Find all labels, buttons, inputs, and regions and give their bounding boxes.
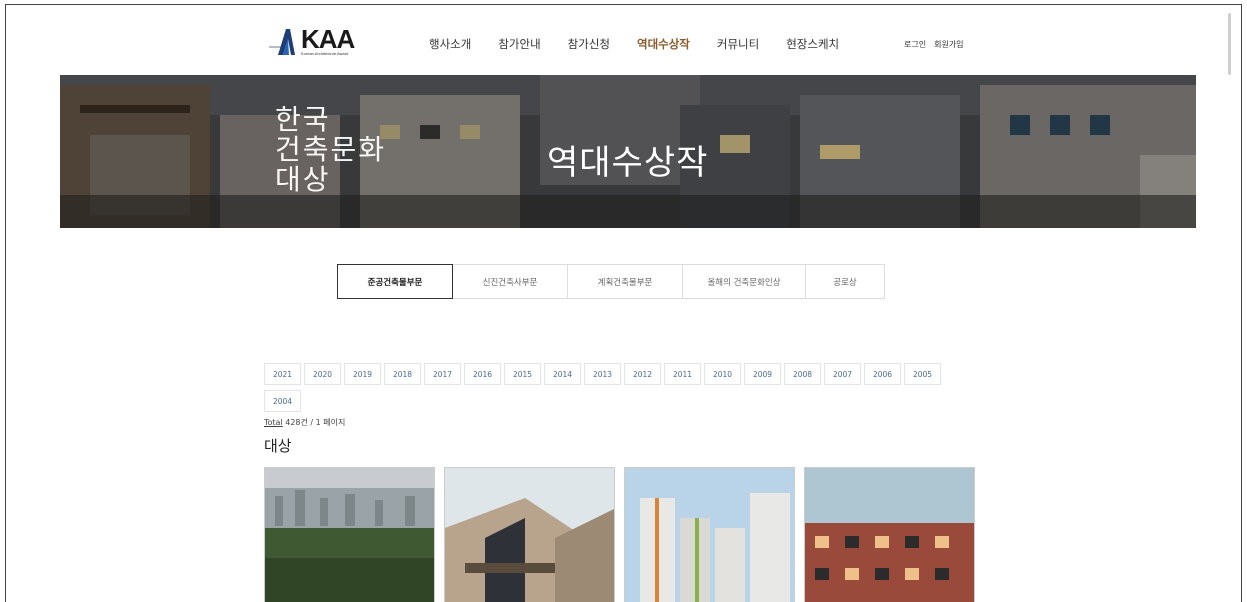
year-button[interactable]: 2021	[264, 363, 301, 385]
login-link[interactable]: 로그인	[904, 39, 926, 50]
year-button[interactable]: 2015	[504, 363, 541, 385]
nav-item-about[interactable]: 행사소개	[429, 36, 471, 52]
result-count: Total 428건 / 1 페이지	[264, 417, 345, 428]
year-button[interactable]: 2016	[464, 363, 501, 385]
nav-item-community[interactable]: 커뮤니티	[717, 36, 759, 52]
award-card-2[interactable]	[444, 467, 615, 602]
logo-text: KAA	[301, 24, 355, 54]
logo-subtext: Korean Architecture Award	[301, 51, 349, 56]
year-button[interactable]: 2013	[584, 363, 621, 385]
signup-link[interactable]: 회원가입	[934, 39, 963, 50]
page-title: 역대수상작	[547, 143, 709, 183]
year-button[interactable]: 2019	[344, 363, 381, 385]
nav-item-winners[interactable]: 역대수상작	[637, 36, 690, 52]
total-text: 428건 / 1 페이지	[285, 418, 346, 427]
year-button[interactable]: 2004	[264, 390, 301, 412]
main-nav: 행사소개 참가안내 참가신청 역대수상작 커뮤니티 현장스케치	[429, 36, 866, 52]
year-button[interactable]: 2018	[384, 363, 421, 385]
award-gallery	[264, 467, 984, 602]
year-button[interactable]: 2012	[624, 363, 661, 385]
award-image	[265, 468, 434, 602]
year-button[interactable]: 2014	[544, 363, 581, 385]
award-card-3[interactable]	[624, 467, 795, 602]
tab-person-of-year[interactable]: 올해의 건축문화인상	[682, 264, 806, 299]
year-filter: 2021 2020 2019 2018 2017 2016 2015 2014 …	[264, 363, 964, 417]
nav-item-sketch[interactable]: 현장스케치	[786, 36, 839, 52]
award-image	[625, 468, 794, 602]
section-title: 대상	[264, 437, 292, 455]
year-button[interactable]: 2009	[744, 363, 781, 385]
award-image	[805, 468, 974, 602]
award-image	[445, 468, 614, 602]
utility-links: 로그인 회원가입	[904, 39, 972, 50]
tab-merit-award[interactable]: 공로상	[805, 264, 885, 299]
year-button[interactable]: 2017	[424, 363, 461, 385]
nav-item-guide[interactable]: 참가안내	[498, 36, 540, 52]
hero-banner: 한국 건축문화 대상 역대수상작	[60, 75, 1196, 228]
year-button[interactable]: 2011	[664, 363, 701, 385]
award-card-1[interactable]	[264, 467, 435, 602]
year-button[interactable]: 2005	[904, 363, 941, 385]
award-card-4[interactable]	[804, 467, 975, 602]
year-button[interactable]: 2006	[864, 363, 901, 385]
year-button[interactable]: 2020	[304, 363, 341, 385]
total-label: Total	[264, 418, 283, 427]
nav-item-apply[interactable]: 참가신청	[568, 36, 610, 52]
tab-planned-building[interactable]: 계획건축물부문	[567, 264, 683, 299]
browser-viewport: KAA Korean Architecture Award 행사소개 참가안내 …	[5, 4, 1242, 602]
year-button[interactable]: 2010	[704, 363, 741, 385]
year-button[interactable]: 2008	[784, 363, 821, 385]
tab-young-architect[interactable]: 신진건축사부문	[452, 264, 568, 299]
site-logo[interactable]: KAA Korean Architecture Award	[269, 24, 355, 57]
kaa-logo-icon	[269, 27, 297, 57]
tab-completed-building[interactable]: 준공건축물부문	[337, 264, 453, 299]
year-button[interactable]: 2007	[824, 363, 861, 385]
award-logo-text: 한국 건축문화 대상	[275, 103, 387, 196]
category-tabs: 준공건축물부문 신진건축사부문 계획건축물부문 올해의 건축문화인상 공로상	[337, 264, 885, 299]
site-header: KAA Korean Architecture Award 행사소개 참가안내 …	[6, 5, 1241, 79]
